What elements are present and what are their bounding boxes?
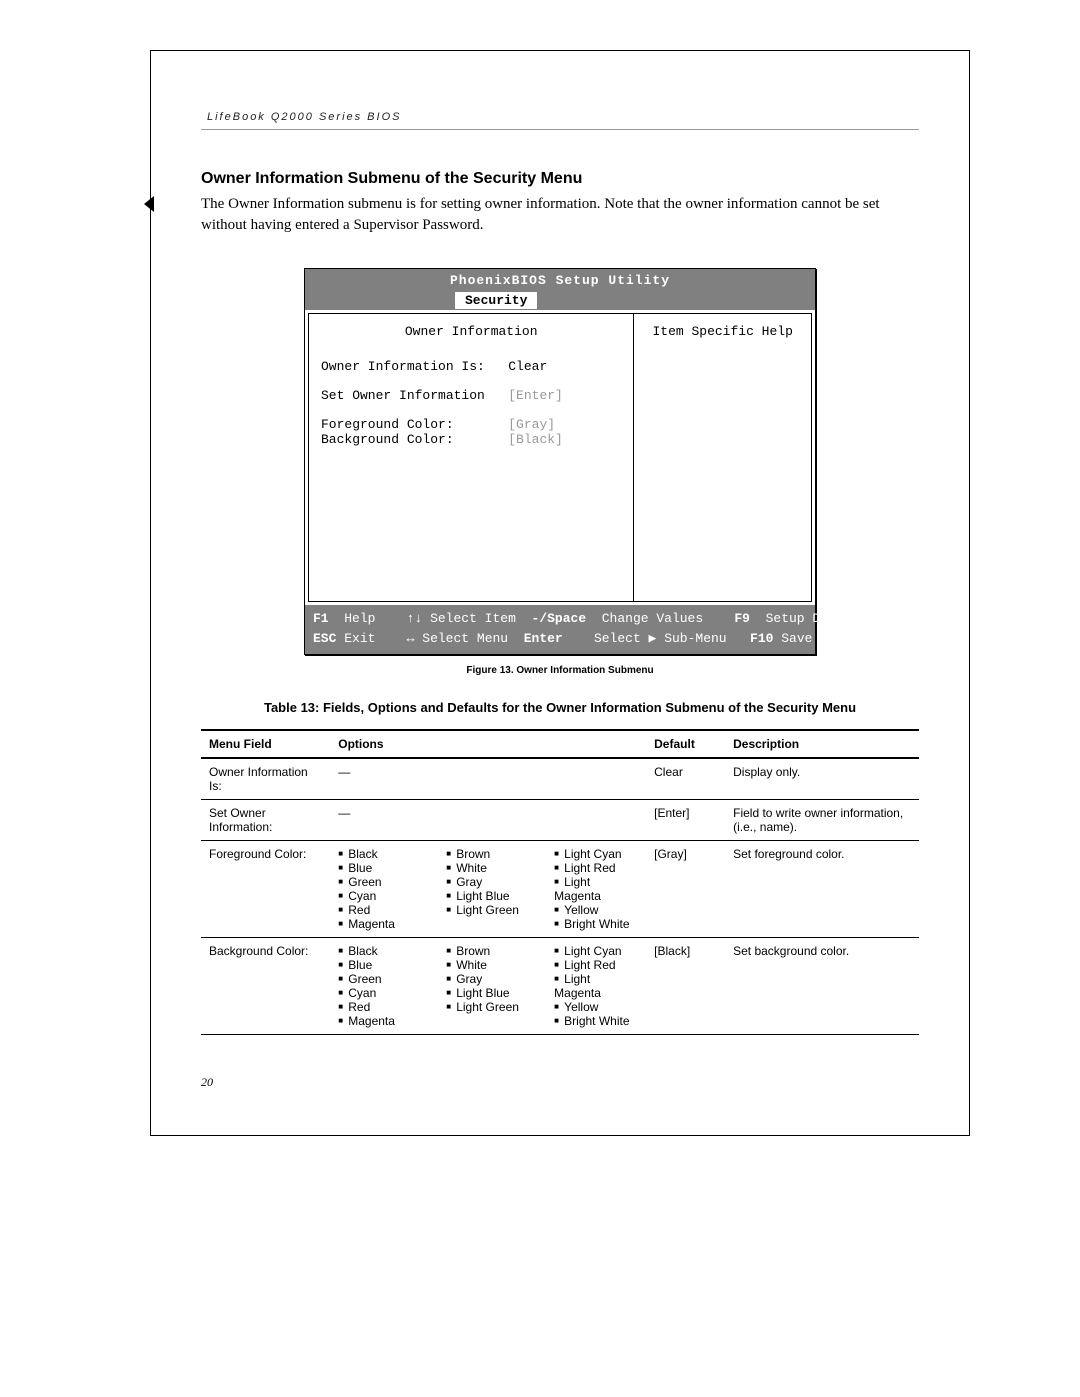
bios-row-set-owner-info: Set Owner Information [Enter]	[321, 388, 621, 403]
th-default: Default	[646, 730, 725, 758]
option-item: Red	[338, 903, 422, 917]
option-item: Blue	[338, 861, 422, 875]
section-heading: Owner Information Submenu of the Securit…	[201, 170, 919, 188]
option-item: Cyan	[338, 889, 422, 903]
bios-row-fg-color: Foreground Color: [Gray]	[321, 417, 621, 432]
bios-title: PhoenixBIOS Setup Utility	[305, 269, 815, 292]
option-item: Light Magenta	[554, 972, 638, 1000]
th-description: Description	[725, 730, 919, 758]
cell-menu-field: Set Owner Information:	[201, 800, 330, 841]
cell-menu-field: Foreground Color:	[201, 841, 330, 938]
option-item: Yellow	[554, 903, 638, 917]
option-item: Light Blue	[446, 986, 530, 1000]
option-item: Light Green	[446, 1000, 530, 1014]
running-head: LifeBook Q2000 Series BIOS	[207, 111, 919, 123]
option-item: Brown	[446, 944, 530, 958]
table-row: Set Owner Information:—[Enter]Field to w…	[201, 800, 919, 841]
bios-footer: F1 Help ↑↓ Select Item -/Space Change Va…	[305, 605, 815, 654]
table-row: Background Color:BlackBlueGreenCyanRedMa…	[201, 938, 919, 1035]
option-item: Black	[338, 944, 422, 958]
bios-row-owner-info-is: Owner Information Is: Clear	[321, 359, 621, 374]
cell-menu-field: Owner Information Is:	[201, 758, 330, 800]
option-item: Gray	[446, 972, 530, 986]
cell-description: Field to write owner informa­tion, (i.e.…	[725, 800, 919, 841]
option-item: Light Red	[554, 861, 638, 875]
cell-default: Clear	[646, 758, 725, 800]
option-item: Brown	[446, 847, 530, 861]
intro-paragraph: The Owner Information submenu is for set…	[201, 194, 919, 236]
document-page: LifeBook Q2000 Series BIOS Owner Informa…	[150, 50, 970, 1136]
cell-options: BlackBlueGreenCyanRedMagenta BrownWhiteGr…	[330, 841, 646, 938]
option-item: Green	[338, 972, 422, 986]
option-item: Green	[338, 875, 422, 889]
bios-help-title: Item Specific Help	[642, 324, 803, 339]
crop-mark	[144, 196, 154, 212]
table-row: Foreground Color:BlackBlueGreenCyanRedMa…	[201, 841, 919, 938]
cell-menu-field: Background Color:	[201, 938, 330, 1035]
cell-default: [Black]	[646, 938, 725, 1035]
option-item: Light Blue	[446, 889, 530, 903]
bios-menubar: Security	[305, 292, 815, 310]
option-item: Cyan	[338, 986, 422, 1000]
cell-options: —	[330, 800, 646, 841]
option-item: Light Green	[446, 903, 530, 917]
option-item: White	[446, 958, 530, 972]
th-options: Options	[330, 730, 646, 758]
bios-window: PhoenixBIOS Setup Utility Security Owner…	[304, 268, 816, 655]
option-item: Magenta	[338, 1014, 422, 1028]
option-item: Light Magenta	[554, 875, 638, 903]
option-item: White	[446, 861, 530, 875]
table-caption: Table 13: Fields, Options and Defaults f…	[201, 700, 919, 715]
bios-left-panel: Owner Information Owner Information Is: …	[308, 313, 634, 602]
cell-description: Display only.	[725, 758, 919, 800]
option-item: Light Cyan	[554, 847, 638, 861]
option-item: Blue	[338, 958, 422, 972]
option-item: Gray	[446, 875, 530, 889]
table-header-row: Menu Field Options Default Description	[201, 730, 919, 758]
table-row: Owner Information Is:—ClearDisplay only.	[201, 758, 919, 800]
bios-help-panel: Item Specific Help	[634, 313, 812, 602]
cell-description: Set foreground color.	[725, 841, 919, 938]
option-item: Bright White	[554, 1014, 638, 1028]
figure-caption: Figure 13. Owner Information Submenu	[201, 665, 919, 676]
option-item: Light Red	[554, 958, 638, 972]
options-table: Menu Field Options Default Description O…	[201, 729, 919, 1035]
cell-default: [Gray]	[646, 841, 725, 938]
bios-row-bg-color: Background Color: [Black]	[321, 432, 621, 447]
cell-options: —	[330, 758, 646, 800]
option-item: Light Cyan	[554, 944, 638, 958]
cell-default: [Enter]	[646, 800, 725, 841]
option-item: Black	[338, 847, 422, 861]
option-item: Bright White	[554, 917, 638, 931]
bios-figure: PhoenixBIOS Setup Utility Security Owner…	[201, 268, 919, 655]
cell-description: Set background color.	[725, 938, 919, 1035]
bios-left-title: Owner Information	[321, 324, 621, 339]
th-menu-field: Menu Field	[201, 730, 330, 758]
option-item: Yellow	[554, 1000, 638, 1014]
page-number: 20	[201, 1075, 919, 1090]
option-item: Red	[338, 1000, 422, 1014]
header-rule	[201, 129, 919, 130]
bios-active-tab: Security	[455, 292, 537, 309]
option-item: Magenta	[338, 917, 422, 931]
cell-options: BlackBlueGreenCyanRedMagenta BrownWhiteGr…	[330, 938, 646, 1035]
